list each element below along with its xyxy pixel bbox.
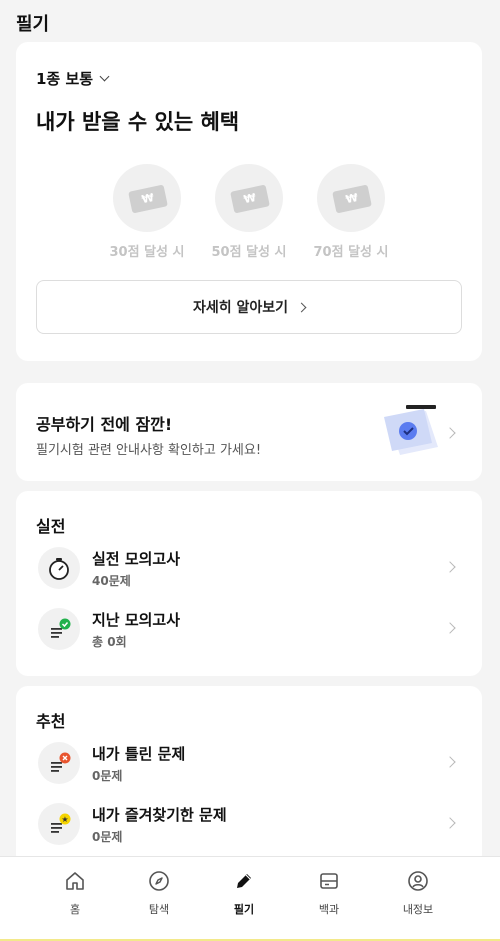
- list-item-past-exam[interactable]: 지난 모의고사 총 0회: [36, 606, 462, 654]
- stopwatch-icon: [38, 547, 80, 589]
- chevron-right-icon: [444, 561, 456, 573]
- row-title: 실전 모의고사: [92, 550, 181, 568]
- reward-badge: ₩: [215, 164, 283, 232]
- nav-item-encyclopedia[interactable]: 백과: [294, 869, 364, 917]
- section-title: 실전: [36, 517, 66, 536]
- row-title: 지난 모의고사: [92, 611, 181, 629]
- benefit-title: 내가 받을 수 있는 혜택: [36, 110, 240, 134]
- chevron-right-icon: [444, 756, 456, 768]
- document-check-icon: [38, 608, 80, 650]
- nav-label: 탐색: [148, 903, 170, 916]
- reward-item-70: ₩ 70점 달성 시: [296, 164, 406, 260]
- chevron-right-icon: [444, 622, 456, 634]
- reward-item-30: ₩ 30점 달성 시: [92, 164, 202, 260]
- nav-label: 필기: [233, 903, 255, 916]
- row-subtitle: 40문제: [92, 574, 131, 588]
- compass-icon: [149, 871, 169, 891]
- nav-label: 내정보: [402, 903, 434, 916]
- chevron-right-icon: [444, 427, 456, 439]
- chevron-down-icon: [99, 71, 110, 82]
- svg-text:★: ★: [61, 815, 68, 824]
- row-subtitle: 0문제: [92, 830, 123, 844]
- practice-section: 실전 실전 모의고사 40문제 지난 모의고사 총 0회: [16, 491, 482, 676]
- learn-more-button[interactable]: 자세히 알아보기: [36, 280, 462, 334]
- reward-item-50: ₩ 50점 달성 시: [194, 164, 304, 260]
- chevron-right-icon: [444, 817, 456, 829]
- notice-subtitle: 필기시험 관련 안내사항 확인하고 가세요!: [36, 443, 262, 458]
- list-item-bookmarked-questions[interactable]: ★ 내가 즐겨찾기한 문제 0문제: [36, 801, 462, 849]
- coupon-icon: ₩: [128, 184, 168, 214]
- list-item-mock-exam[interactable]: 실전 모의고사 40문제: [36, 545, 462, 593]
- nav-item-home[interactable]: 홈: [40, 869, 110, 917]
- row-subtitle: 총 0회: [92, 635, 127, 649]
- pencil-icon: [237, 874, 251, 888]
- notice-title: 공부하기 전에 잠깐!: [36, 415, 173, 434]
- notice-calendar-icon: [384, 405, 438, 455]
- row-title: 내가 즐겨찾기한 문제: [92, 806, 227, 824]
- document-star-icon: ★: [38, 803, 80, 845]
- license-type-label: 1종 보통: [36, 70, 94, 88]
- coupon-icon: ₩: [332, 184, 372, 214]
- nav-item-my-info[interactable]: 내정보: [383, 869, 453, 917]
- page-title: 필기: [16, 14, 50, 35]
- chevron-right-icon: [296, 302, 307, 312]
- nav-label: 백과: [318, 903, 340, 916]
- row-title: 내가 틀린 문제: [92, 745, 186, 763]
- reward-badge: ₩: [317, 164, 385, 232]
- reward-badge: ₩: [113, 164, 181, 232]
- license-type-dropdown[interactable]: 1종 보통: [36, 68, 110, 89]
- book-icon: [320, 873, 338, 889]
- home-icon: [66, 872, 84, 890]
- profile-icon: [408, 871, 428, 891]
- benefit-card: 1종 보통 내가 받을 수 있는 혜택 ₩ 30점 달성 시 ₩ 50점 달성 …: [16, 42, 482, 361]
- reward-label: 30점 달성 시: [109, 245, 185, 260]
- bottom-nav: 홈 탐색 필기 백과 내정보: [0, 856, 500, 941]
- study-notice-card[interactable]: 공부하기 전에 잠깐! 필기시험 관련 안내사항 확인하고 가세요!: [16, 383, 482, 481]
- reward-label: 70점 달성 시: [313, 245, 389, 260]
- nav-item-explore[interactable]: 탐색: [124, 869, 194, 917]
- learn-more-label: 자세히 알아보기: [192, 300, 289, 316]
- list-item-wrong-questions[interactable]: 내가 틀린 문제 0문제: [36, 740, 462, 788]
- nav-item-written-test[interactable]: 필기: [209, 869, 279, 917]
- row-subtitle: 0문제: [92, 769, 123, 783]
- section-title: 추천: [36, 712, 66, 731]
- recommend-section: 추천 내가 틀린 문제 0문제 ★ 내가 즐겨찾기한 문제 0문제: [16, 686, 482, 866]
- document-wrong-icon: [38, 742, 80, 784]
- nav-label: 홈: [69, 903, 81, 916]
- coupon-icon: ₩: [230, 184, 270, 214]
- reward-label: 50점 달성 시: [211, 245, 287, 260]
